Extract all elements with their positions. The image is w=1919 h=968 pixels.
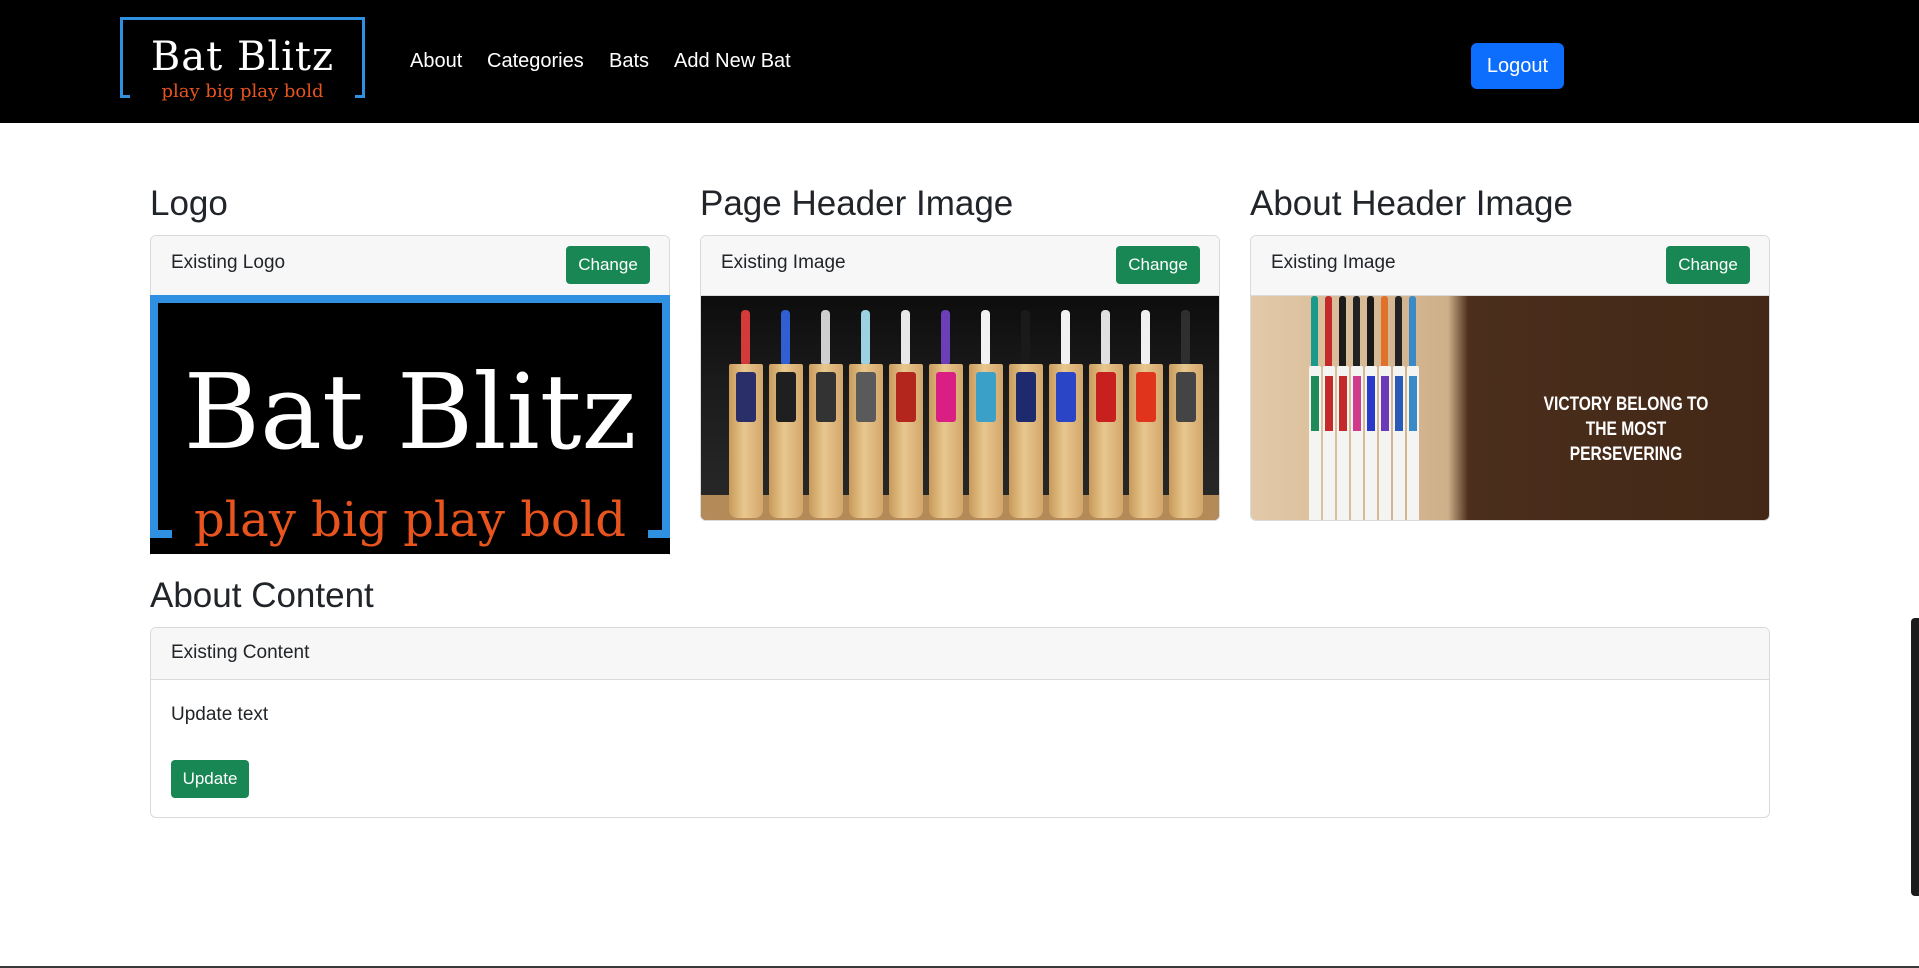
bat-handle <box>1339 296 1346 372</box>
brand-logo[interactable]: Bat Blitz play big play bold <box>120 17 365 102</box>
about-header-image-card: Existing Image Change VICTORY BELONG TO … <box>1250 235 1770 521</box>
bat-handle <box>1367 296 1374 372</box>
bat-handle <box>781 310 790 366</box>
about-header-image-section-title: About Header Image <box>1250 184 1573 223</box>
page-header-image-card: Existing Image Change <box>700 235 1220 521</box>
bat-sticker <box>1136 372 1156 422</box>
about-content-text: Update text <box>171 704 269 725</box>
about-content-card: Existing Content Update text Update <box>150 627 1770 818</box>
page-header-image <box>701 296 1219 520</box>
bat-handle <box>1021 310 1030 366</box>
bat-handle <box>981 310 990 366</box>
bat-stripe <box>1395 376 1403 431</box>
bat-stripe <box>1409 376 1417 431</box>
about-content-section-title: About Content <box>150 576 374 615</box>
logo-preview-tagline: play big play bold <box>194 492 626 548</box>
bat-handle <box>821 310 830 366</box>
bat-sticker <box>1176 372 1196 422</box>
bat-stripe <box>1311 376 1319 431</box>
logo-section-title: Logo <box>150 184 228 223</box>
nav-link-categories[interactable]: Categories <box>487 49 584 73</box>
about-image-caption: VICTORY BELONG TO THE MOST PERSEVERING <box>1543 394 1709 465</box>
bat-handle <box>1381 296 1388 372</box>
page-header-image-section-title: Page Header Image <box>700 184 1014 223</box>
bat-handle <box>1061 310 1070 366</box>
logo-card-header-label: Existing Logo <box>171 252 286 273</box>
bat-stripe <box>1367 376 1375 431</box>
page-header-image-card-header: Existing Image Change <box>701 236 1219 296</box>
logo-preview-image: Bat Blitz play big play bold <box>150 295 670 554</box>
bat-handle <box>1311 296 1318 372</box>
bat-sticker <box>776 372 796 422</box>
bat-sticker <box>976 372 996 422</box>
logo-card-header: Existing Logo Change <box>151 236 669 296</box>
about-header-image: VICTORY BELONG TO THE MOST PERSEVERING <box>1251 296 1769 520</box>
about-content-card-header: Existing Content <box>151 628 1769 680</box>
bat-handle <box>741 310 750 366</box>
about-header-image-card-header-label: Existing Image <box>1271 252 1396 273</box>
bat-sticker <box>856 372 876 422</box>
bat-handle <box>1395 296 1402 372</box>
bat-handle <box>1181 310 1190 366</box>
change-logo-button[interactable]: Change <box>566 246 650 284</box>
logout-button[interactable]: Logout <box>1471 43 1564 89</box>
bat-stripe <box>1339 376 1347 431</box>
bat-sticker <box>1056 372 1076 422</box>
logo-preview-title: Bat Blitz <box>183 351 637 473</box>
bat-sticker <box>816 372 836 422</box>
bat-sticker <box>936 372 956 422</box>
bat-handle <box>1101 310 1110 366</box>
bat-sticker <box>1096 372 1116 422</box>
bat-sticker <box>896 372 916 422</box>
bat-handle <box>1141 310 1150 366</box>
bat-handle <box>941 310 950 366</box>
bat-handle <box>901 310 910 366</box>
page-header-image-card-header-label: Existing Image <box>721 252 846 273</box>
about-content-card-header-label: Existing Content <box>171 642 310 663</box>
bat-handle <box>1409 296 1416 372</box>
page-scrollbar[interactable] <box>1911 618 1919 896</box>
bat-handle <box>1325 296 1332 372</box>
bat-stripe <box>1353 376 1361 431</box>
change-page-header-image-button[interactable]: Change <box>1116 246 1200 284</box>
change-about-header-image-button[interactable]: Change <box>1666 246 1750 284</box>
brand-title: Bat Blitz <box>150 34 335 80</box>
about-header-image-card-header: Existing Image Change <box>1251 236 1769 296</box>
bat-handle <box>861 310 870 366</box>
nav-link-about[interactable]: About <box>410 49 462 73</box>
nav-link-add-new-bat[interactable]: Add New Bat <box>674 49 791 73</box>
bat-stripe <box>1381 376 1389 431</box>
bat-handle <box>1353 296 1360 372</box>
bat-sticker <box>736 372 756 422</box>
bat-sticker <box>1016 372 1036 422</box>
bat-stripe <box>1325 376 1333 431</box>
brand-tagline: play big play bold <box>161 81 324 102</box>
nav-link-bats[interactable]: Bats <box>609 49 649 73</box>
update-about-content-button[interactable]: Update <box>171 760 249 798</box>
top-navbar: Bat Blitz play big play bold About Categ… <box>0 0 1919 123</box>
